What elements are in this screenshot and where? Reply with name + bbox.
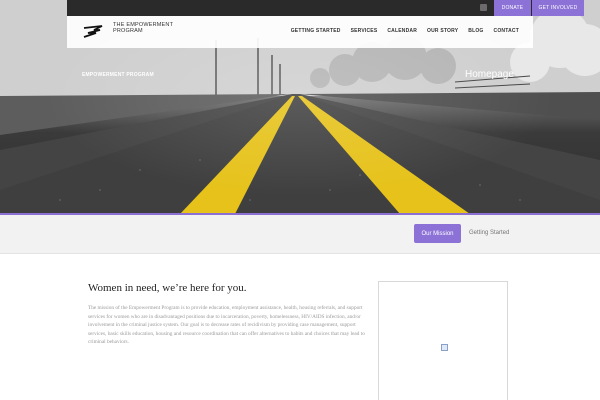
facebook-icon[interactable] [480, 4, 487, 11]
broken-image-icon [441, 344, 448, 351]
nav-item-calendar[interactable]: CALENDAR [387, 28, 417, 34]
section-subnav: Our Mission Getting Started [0, 215, 600, 254]
tab-getting-started[interactable]: Getting Started [469, 230, 509, 236]
tab-our-mission[interactable]: Our Mission [414, 224, 461, 243]
main-navigation: THE EMPOWERMENT PROGRAM GETTING STARTED … [67, 16, 533, 48]
nav-menu: GETTING STARTED SERVICES CALENDAR OUR ST… [291, 28, 519, 34]
logo-icon[interactable] [82, 24, 104, 38]
mission-paragraph: The mission of the Empowerment Program i… [88, 305, 365, 345]
nav-item-our-story[interactable]: OUR STORY [427, 28, 458, 34]
top-bar: DONATE GET INVOLVED [67, 0, 584, 16]
nav-item-services[interactable]: SERVICES [351, 28, 378, 34]
section-title: Women in need, we’re here for you. [88, 282, 247, 294]
nav-item-contact[interactable]: CONTACT [494, 28, 519, 34]
get-involved-button[interactable]: GET INVOLVED [532, 0, 584, 16]
hero-left-label: EMPOWERMENT PROGRAM [82, 72, 154, 78]
donate-button[interactable]: DONATE [494, 0, 531, 16]
hero-page-title: Homepage [465, 69, 514, 80]
nav-item-getting-started[interactable]: GETTING STARTED [291, 28, 341, 34]
embed-frame[interactable] [378, 281, 508, 400]
logo-text[interactable]: THE EMPOWERMENT PROGRAM [113, 22, 183, 34]
nav-item-blog[interactable]: BLOG [468, 28, 483, 34]
